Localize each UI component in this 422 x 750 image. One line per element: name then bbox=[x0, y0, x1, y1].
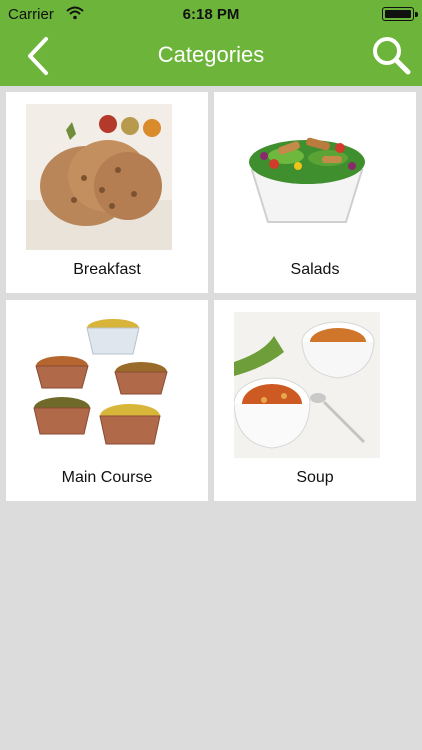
app-header: Carrier 6:18 PM Categories bbox=[0, 0, 422, 86]
battery-icon bbox=[382, 7, 418, 21]
salads-image bbox=[234, 104, 380, 250]
category-label: Soup bbox=[296, 469, 334, 486]
clock-label: 6:18 PM bbox=[182, 6, 240, 23]
category-card-soup[interactable]: Soup bbox=[214, 300, 416, 501]
navigation-bar: Categories bbox=[0, 28, 422, 86]
main-course-image bbox=[26, 312, 172, 458]
category-card-main-course[interactable]: Main Course bbox=[6, 300, 208, 501]
category-label: Breakfast bbox=[73, 261, 141, 278]
search-icon[interactable] bbox=[370, 34, 412, 76]
category-label: Main Course bbox=[61, 469, 153, 486]
soup-image bbox=[234, 312, 380, 458]
category-card-salads[interactable]: Salads bbox=[214, 92, 416, 293]
page-title: Categories bbox=[157, 42, 265, 67]
category-card-breakfast[interactable]: Breakfast bbox=[6, 92, 208, 293]
category-label: Salads bbox=[290, 261, 340, 278]
status-bar: Carrier 6:18 PM bbox=[0, 0, 422, 28]
breakfast-image bbox=[26, 104, 172, 250]
